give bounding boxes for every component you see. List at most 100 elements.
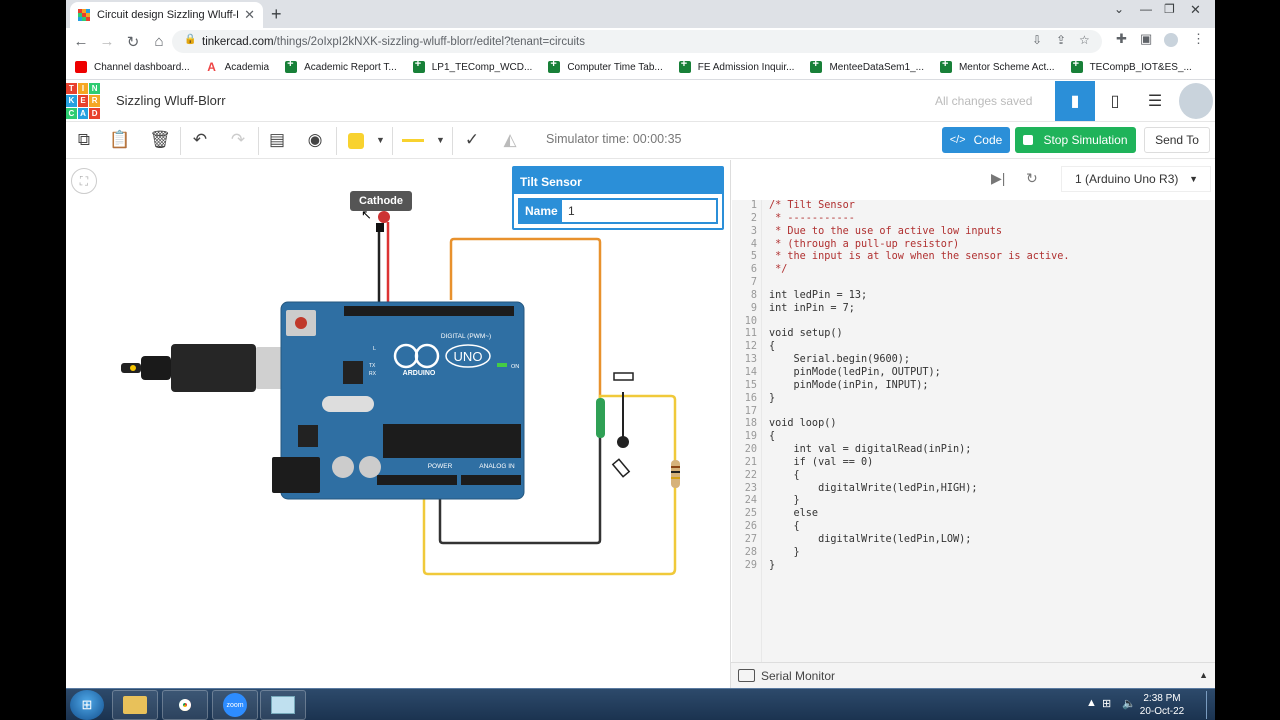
code-editor[interactable]: 1 2 3 4 5 6 7 8 9 10 11 12 13 14 15 16 17 18 19 20 21 22 23 24 2… [732,200,1215,662]
tab-strip: Circuit design Sizzling Wluff-Blorr ✕ + … [66,0,1215,28]
tab-search-icon[interactable]: ⌄ [1114,2,1124,16]
debug-step-icon[interactable]: ▶| [991,170,1005,187]
network-icon[interactable]: ⊞ [1102,697,1111,710]
minimize-icon[interactable]: — [1140,2,1152,16]
tilt-indicator-ball [617,436,629,448]
line-number: 4 [750,238,757,250]
url-host: tinkercad.com [202,35,274,48]
side-panel-icon[interactable]: ▣ [1140,31,1152,47]
usb-cable [141,356,171,380]
url-input[interactable]: 🔒 tinkercad.com/things/2oIxpI2kNXK-sizzl… [172,30,1102,53]
show-desktop-button[interactable] [1206,691,1214,719]
install-icon[interactable]: ⇩ [1032,33,1042,47]
copy-icon[interactable]: ⧉ [72,129,96,151]
sheets-icon [285,58,298,73]
bookmark-star-icon[interactable]: ☆ [1079,33,1090,47]
send-to-button[interactable]: Send To [1144,127,1210,153]
clock[interactable]: 2:38 PM 20-Oct-22 [1136,692,1188,718]
chevron-down-icon[interactable]: ▼ [376,135,385,145]
wire-color-swatch[interactable] [348,133,364,149]
notes-icon[interactable]: ▤ [265,129,289,151]
back-icon[interactable]: ← [68,33,94,50]
extensions-icon[interactable]: ✚ [1116,31,1127,47]
bookmark-item[interactable]: Mentor Scheme Act... [939,58,1055,73]
line-number: 24 [744,495,757,507]
resistor-band [671,471,680,473]
name-field[interactable]: 1 [562,200,716,222]
tinkercad-logo[interactable]: T I N K E R C A D [66,83,100,119]
bookmark-item[interactable]: Computer Time Tab... [548,58,663,73]
code-line: { [769,341,776,353]
schematic-view-button[interactable]: ▯ [1095,81,1135,121]
regulator [298,425,318,447]
browser-tab[interactable]: Circuit design Sizzling Wluff-Blorr ✕ [70,2,263,28]
resistor[interactable] [671,460,680,488]
user-avatar[interactable] [1179,83,1213,119]
delete-icon[interactable]: 🗑 [148,129,172,151]
bookmark-item[interactable]: LP1_TEComp_WCD... [412,58,532,73]
redo-icon[interactable]: ↷ [226,129,250,151]
volume-icon[interactable]: 🔈 [1122,697,1136,710]
line-number: 26 [744,521,757,533]
led[interactable] [378,211,390,223]
close-window-icon[interactable]: ✕ [1190,2,1201,18]
bookmark-item[interactable]: MenteeDataSem1_... [810,58,924,73]
new-tab-icon[interactable]: + [271,4,282,25]
paste-icon[interactable]: 📋 [108,129,132,151]
tray-expand-icon[interactable]: ▲ [1086,697,1097,709]
visibility-icon[interactable]: ◉ [303,129,327,151]
line-number: 20 [744,444,757,456]
forward-icon[interactable]: → [94,33,120,50]
taskbar-app[interactable] [260,690,306,720]
profile-avatar[interactable] [1164,33,1178,47]
circuit-view-button[interactable]: ▮ [1055,81,1095,121]
bookmark-item[interactable]: Academic Report T... [285,58,397,73]
wire-type-swatch[interactable] [402,139,424,142]
home-icon[interactable]: ⌂ [146,33,172,50]
toolbar-divider [452,127,453,155]
youtube-icon [75,61,87,73]
code-line: digitalWrite(ledPin,HIGH); [769,482,978,494]
reload-icon[interactable]: ↻ [120,33,146,51]
bookmark-item[interactable]: TECompB_IOT&ES_... [1070,58,1192,73]
tilt-sensor[interactable] [596,398,605,438]
stop-simulation-button[interactable]: Stop Simulation [1015,127,1136,153]
chrome-icon [174,694,196,716]
taskbar-chrome[interactable] [162,690,208,720]
toolbar: ⧉ 📋 🗑 ↶ ↷ ▤ ◉ ▼ ▼ ✓ ◭ Simulator time: 00… [66,122,1215,159]
bookmark-item[interactable]: FE Admission Inquir... [678,58,794,73]
chevron-down-icon[interactable]: ▼ [436,135,445,145]
device-select[interactable]: 1 (Arduino Uno R3) ▼ [1061,166,1211,192]
circuit-canvas[interactable]: ⛶ UNO ARDUINO DIGITAL (PWM~) POWER ANALO… [66,160,730,688]
reset-code-icon[interactable]: ↻ [1026,170,1038,187]
tinkercad-favicon-icon [78,9,90,21]
rotate-icon[interactable]: ✓ [460,129,484,151]
close-tab-icon[interactable]: ✕ [244,7,255,23]
undo-icon[interactable]: ↶ [188,129,212,151]
line-number: 9 [750,302,757,314]
menu-icon[interactable]: ⋮ [1192,31,1205,47]
bookmark-item[interactable]: A Academia [206,61,269,73]
flip-icon[interactable]: ◭ [498,129,522,151]
line-number: 23 [744,482,757,494]
code-button[interactable]: </> Code [942,127,1010,153]
project-name[interactable]: Sizzling Wluff-Blorr [116,93,226,108]
line-number: 27 [744,533,757,545]
component-list-button[interactable]: ☰ [1135,81,1175,121]
tilt-indicator-top [613,372,634,381]
taskbar-explorer[interactable] [112,690,158,720]
crystal [322,396,374,412]
restore-icon[interactable]: ❐ [1164,2,1175,16]
taskbar-zoom[interactable]: zoom [212,690,258,720]
taskbar: ⊞ zoom ▲ ⊞ 🔈 2:38 PM 20-Oct-22 [66,688,1215,720]
chevron-up-icon[interactable]: ▲ [1199,670,1208,680]
start-button[interactable]: ⊞ [70,690,104,720]
serial-monitor-bar[interactable]: Serial Monitor ▲ [731,662,1215,688]
share-icon[interactable]: ⇪ [1056,33,1066,47]
bookmark-item[interactable]: Channel dashboard... [75,61,190,73]
led-cathode-pin[interactable] [376,223,384,232]
code-text[interactable]: /* Tilt Sensor * ----------- * Due to th… [769,200,1070,572]
sheets-icon [939,58,952,73]
code-line: { [769,431,776,443]
